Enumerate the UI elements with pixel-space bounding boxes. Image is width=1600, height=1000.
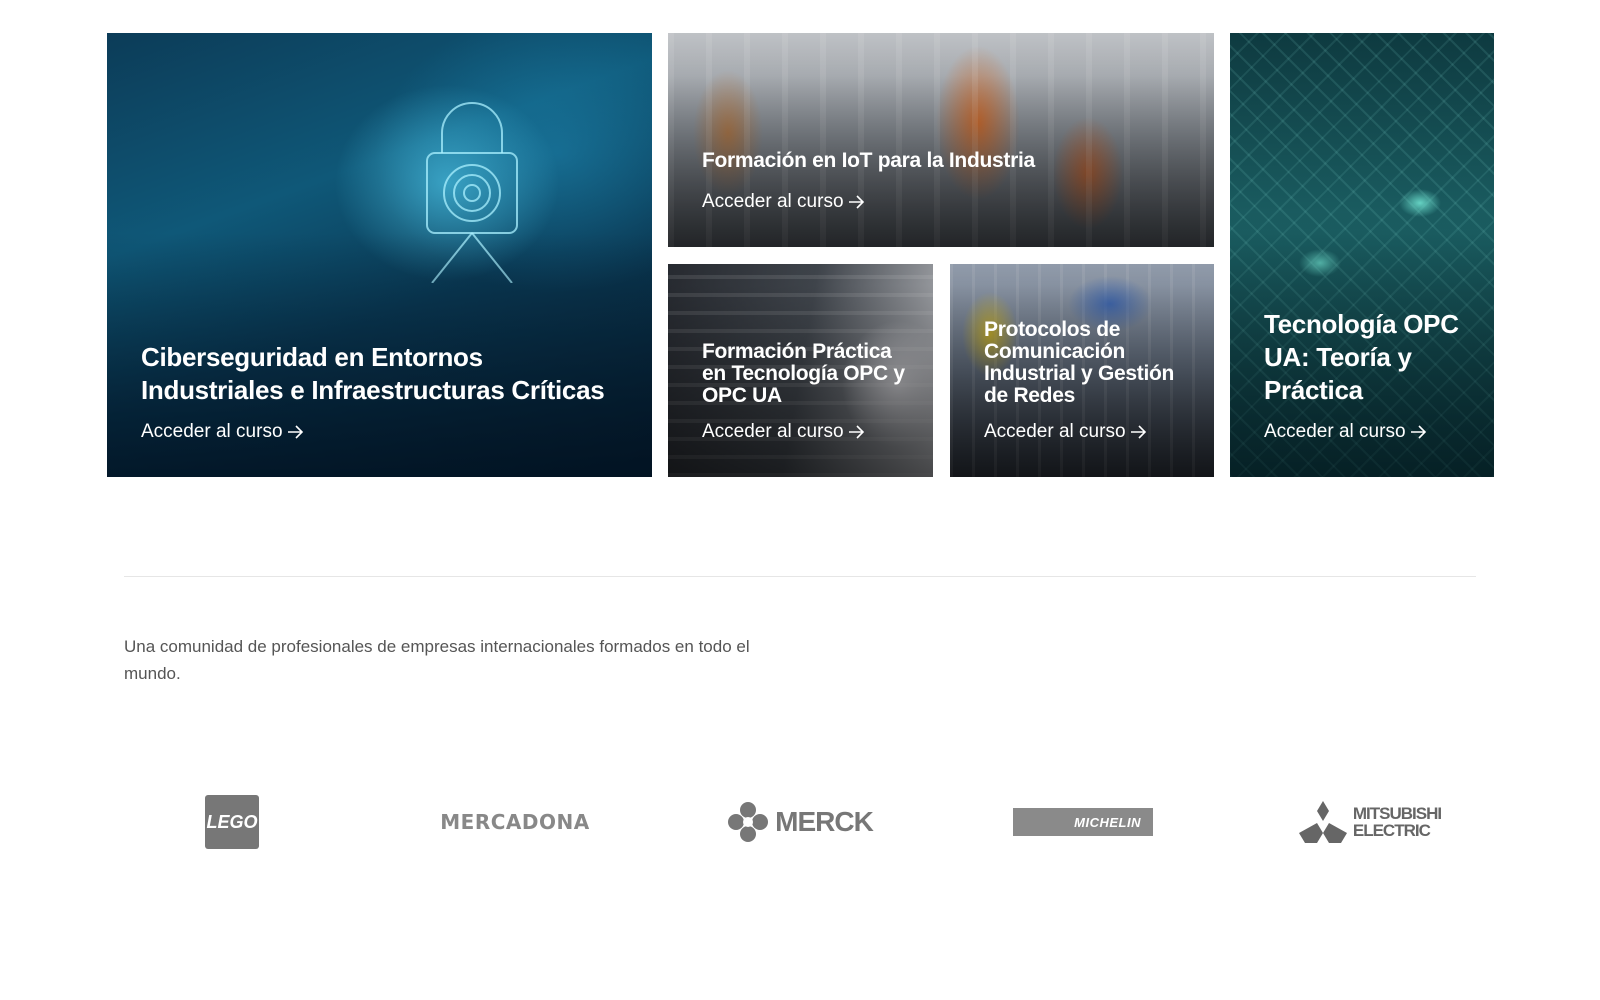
- course-card-content: Tecnología OPC UA: Teoría y Práctica Acc…: [1264, 308, 1470, 443]
- community-tagline: Una comunidad de profesionales de empres…: [124, 637, 750, 683]
- arrow-right-icon: [1130, 425, 1146, 439]
- course-title: Ciberseguridad en Entornos Industriales …: [141, 342, 605, 405]
- mitsubishi-diamonds-icon: [1298, 801, 1347, 843]
- arrow-right-icon: [1410, 425, 1426, 439]
- merck-symbol-icon: [728, 802, 769, 842]
- client-logos: LEGO MERCADONA MERCK MICHELIN MITSUBISHI…: [160, 780, 1460, 864]
- access-course-link[interactable]: Acceder al curso: [141, 421, 305, 443]
- course-card-opc-practica[interactable]: Formación Práctica en Tecnología OPC y O…: [668, 264, 933, 477]
- michelin-logo: MICHELIN: [1013, 780, 1153, 864]
- course-grid: Ciberseguridad en Entornos Industriales …: [107, 33, 1494, 477]
- arrow-right-icon: [848, 425, 864, 439]
- merck-logo: MERCK: [725, 780, 875, 864]
- access-course-label: Acceder al curso: [141, 421, 283, 442]
- access-course-link[interactable]: Acceder al curso: [1264, 421, 1428, 443]
- course-title: Formación Práctica en Tecnología OPC y O…: [702, 340, 905, 407]
- course-title: Formación en IoT para la Industria: [702, 149, 1035, 172]
- access-course-label: Acceder al curso: [1264, 421, 1406, 442]
- course-card-opc-ua-teoria[interactable]: Tecnología OPC UA: Teoría y Práctica Acc…: [1230, 33, 1494, 477]
- access-course-label: Acceder al curso: [984, 421, 1126, 442]
- access-course-link[interactable]: Acceder al curso: [702, 421, 866, 443]
- access-course-label: Acceder al curso: [702, 421, 844, 442]
- course-title: Protocolos de Comunicación Industrial y …: [984, 318, 1175, 407]
- arrow-right-icon: [287, 425, 303, 439]
- course-card-content: Formación en IoT para la Industria Acced…: [702, 149, 1190, 213]
- access-course-label: Acceder al curso: [702, 191, 844, 212]
- lego-logo: LEGO: [160, 780, 304, 864]
- course-card-ciberseguridad[interactable]: Ciberseguridad en Entornos Industriales …: [107, 33, 652, 477]
- access-course-link[interactable]: Acceder al curso: [984, 421, 1148, 443]
- arrow-right-icon: [848, 195, 864, 209]
- course-card-content: Formación Práctica en Tecnología OPC y O…: [702, 341, 909, 443]
- course-title: Tecnología OPC UA: Teoría y Práctica: [1264, 309, 1459, 405]
- mercadona-logo: MERCADONA: [440, 810, 590, 834]
- course-card-content: Protocolos de Comunicación Industrial y …: [984, 319, 1190, 443]
- course-card-protocolos[interactable]: Protocolos de Comunicación Industrial y …: [950, 264, 1214, 477]
- course-card-iot[interactable]: Formación en IoT para la Industria Acced…: [668, 33, 1214, 247]
- access-course-link[interactable]: Acceder al curso: [702, 191, 866, 213]
- section-divider: [124, 576, 1476, 577]
- course-card-content: Ciberseguridad en Entornos Industriales …: [141, 341, 628, 443]
- mitsubishi-electric-logo: MITSUBISHI ELECTRIC: [1295, 780, 1445, 864]
